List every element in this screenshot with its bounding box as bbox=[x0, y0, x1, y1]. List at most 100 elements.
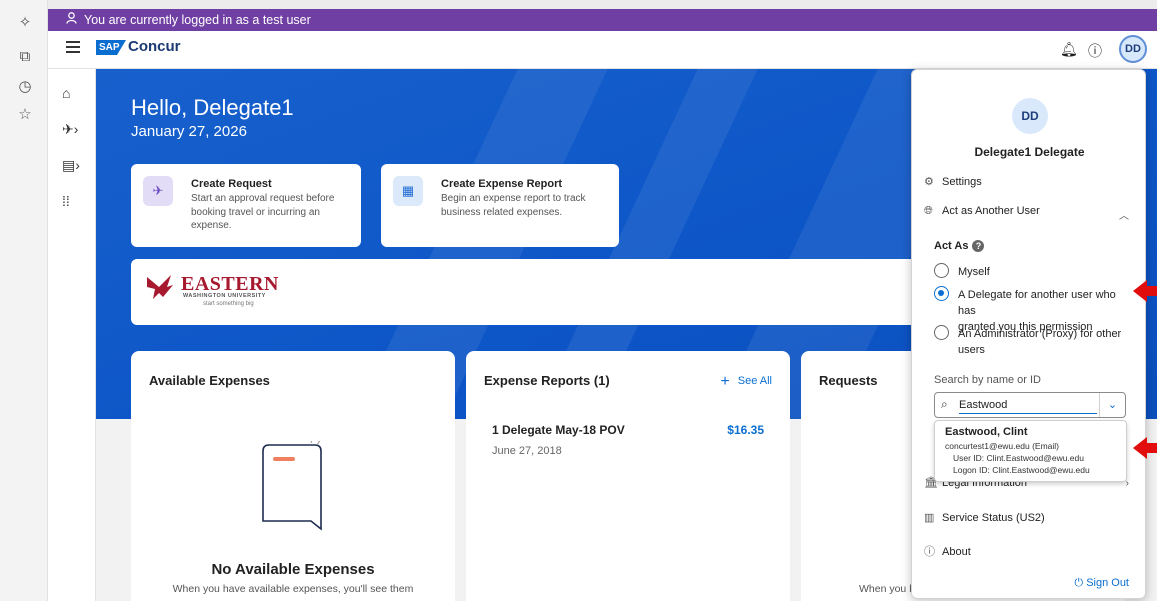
history-clock-icon[interactable]: ◷ bbox=[16, 78, 34, 96]
travel-nav-icon[interactable]: ✈︎› bbox=[62, 121, 78, 138]
settings-menu-item[interactable]: ⚙ Settings bbox=[924, 175, 982, 188]
radio-myself[interactable]: Myself bbox=[934, 263, 1134, 283]
see-all-label: See All bbox=[737, 375, 772, 387]
power-icon: ⏻ bbox=[1074, 577, 1087, 589]
suggestion-email: concurtest1@ewu.edu (Email) bbox=[945, 441, 1059, 451]
radio-button[interactable] bbox=[934, 263, 949, 278]
action-description: Begin an expense report to track busines… bbox=[441, 192, 586, 219]
expense-nav-icon[interactable]: ▤› bbox=[62, 157, 80, 174]
radio-label-line: users bbox=[958, 344, 985, 356]
available-expenses-panel: Available Expenses No Available Expenses… bbox=[131, 351, 455, 601]
radio-button-selected[interactable] bbox=[934, 286, 949, 301]
menu-item-label: About bbox=[942, 546, 971, 558]
greeting: Hello, Delegate1 bbox=[131, 95, 294, 120]
radio-label: An Administrator (Proxy) for other users bbox=[958, 326, 1133, 358]
user-search-input[interactable] bbox=[959, 396, 1097, 414]
favorites-star-icon[interactable]: ☆ bbox=[16, 106, 34, 124]
empty-state-description: When you have available expenses, you'll… bbox=[172, 583, 414, 595]
left-nav: ⌂ ✈︎› ▤› ⁞⁞ bbox=[48, 69, 96, 601]
help-icon[interactable]: ? bbox=[972, 240, 985, 252]
eagle-logo-icon bbox=[147, 275, 173, 299]
request-plane-icon: ✈︎ bbox=[143, 176, 173, 206]
action-description: Start an approval request before booking… bbox=[191, 192, 334, 233]
menu-item-label: Act as Another User bbox=[942, 205, 1040, 217]
panel-title: Available Expenses bbox=[149, 373, 270, 388]
browser-side-toolbar: ✧ ⧉ ◷ ☆ bbox=[0, 0, 48, 601]
gear-icon: ⚙ bbox=[924, 176, 934, 188]
create-request-card[interactable]: ✈︎ Create Request Start an approval requ… bbox=[131, 164, 361, 247]
suggestion-logon-id: Logon ID: Clint.Eastwood@ewu.edu bbox=[953, 465, 1090, 475]
desc-line: expense. bbox=[191, 220, 232, 231]
expense-reports-panel: Expense Reports (1) + See All 1 Delegate … bbox=[466, 351, 790, 601]
org-tagline: start something big bbox=[203, 301, 254, 307]
org-subtitle: WASHINGTON UNIVERSITY bbox=[183, 293, 266, 299]
home-icon[interactable]: ⌂ bbox=[62, 85, 70, 101]
info-icon: ⓘ bbox=[924, 546, 935, 558]
menu-item-label: Settings bbox=[942, 176, 982, 188]
sap-logo: SAP bbox=[96, 40, 126, 55]
panel-title: Expense Reports (1) bbox=[484, 373, 610, 388]
help-icon[interactable]: ⓘ bbox=[1088, 41, 1102, 61]
about-item[interactable]: ⓘ About bbox=[924, 543, 971, 559]
profile-avatar-button[interactable]: DD bbox=[1119, 35, 1147, 63]
search-icon: ⌕ bbox=[941, 397, 948, 411]
sign-out-label: Sign Out bbox=[1086, 577, 1129, 589]
empty-document-icon bbox=[262, 441, 322, 531]
create-expense-report-card[interactable]: ▦ Create Expense Report Begin an expense… bbox=[381, 164, 619, 247]
act-as-label: Act As bbox=[934, 240, 969, 252]
panel-title: Requests bbox=[819, 373, 878, 388]
act-as-another-user-item[interactable]: 🌐︎ Act as Another User bbox=[924, 205, 1040, 218]
report-amount: $16.35 bbox=[727, 423, 764, 437]
radio-administrator[interactable]: An Administrator (Proxy) for other users bbox=[934, 325, 1134, 361]
brand-name[interactable]: Concur bbox=[128, 38, 181, 55]
person-icon bbox=[66, 9, 78, 31]
desc-line: business related expenses. bbox=[441, 206, 563, 218]
annotation-arrow-tail bbox=[1146, 443, 1157, 453]
sign-out-button[interactable]: ⏻ Sign Out bbox=[1074, 577, 1129, 590]
top-bar: SAP Concur 🔔︎ ⓘ DD bbox=[48, 31, 1157, 69]
annotation-arrow bbox=[1133, 280, 1147, 302]
radio-label-line: A Delegate for another user who has bbox=[958, 289, 1116, 317]
radio-label-line: An Administrator (Proxy) for other bbox=[958, 328, 1122, 340]
see-all-link[interactable]: + See All bbox=[720, 373, 772, 391]
user-search-box[interactable]: ⌕ ⌄ bbox=[934, 392, 1126, 418]
banner-text: You are currently logged in as a test us… bbox=[84, 13, 311, 27]
empty-state-description: When you h bbox=[859, 583, 916, 595]
globe-icon: 🌐︎ bbox=[924, 205, 933, 217]
organization-logo-band: EASTERN WASHINGTON UNIVERSITY start some… bbox=[131, 259, 951, 325]
menu-item-label: Service Status (US2) bbox=[942, 512, 1045, 524]
user-profile-menu: DD Delegate1 Delegate ⚙ Settings 🌐︎ Act as… bbox=[911, 69, 1146, 599]
radio-delegate[interactable]: A Delegate for another user who has gran… bbox=[934, 286, 1134, 333]
annotation-arrow bbox=[1133, 437, 1147, 459]
report-date: June 27, 2018 bbox=[492, 445, 562, 457]
sparkle-icon[interactable]: ✧ bbox=[16, 14, 34, 32]
action-title: Create Expense Report bbox=[441, 178, 563, 190]
profile-avatar: DD bbox=[1012, 98, 1048, 134]
chevron-down-icon[interactable]: ⌄ bbox=[1099, 393, 1125, 417]
act-as-heading: Act As? bbox=[934, 240, 985, 252]
tabs-icon[interactable]: ⧉ bbox=[16, 48, 34, 66]
action-title: Create Request bbox=[191, 178, 272, 190]
chevron-up-icon[interactable]: ︿ bbox=[1119, 207, 1129, 222]
radio-button[interactable] bbox=[934, 325, 949, 340]
radio-label: Myself bbox=[958, 266, 990, 278]
test-user-banner: You are currently logged in as a test us… bbox=[48, 9, 1157, 31]
empty-state-title: No Available Expenses bbox=[211, 561, 375, 578]
desc-line: booking travel or incurring an bbox=[191, 206, 320, 218]
search-label: Search by name or ID bbox=[934, 374, 1041, 386]
annotation-arrow-tail bbox=[1146, 286, 1157, 296]
report-title[interactable]: 1 Delegate May-18 POV bbox=[492, 423, 625, 437]
hamburger-menu-icon[interactable] bbox=[66, 41, 80, 55]
app-window: ✧ ⧉ ◷ ☆ You are currently logged in as a… bbox=[0, 0, 1157, 601]
expense-report-icon: ▦ bbox=[393, 176, 423, 206]
building-icon: ▥ bbox=[924, 512, 935, 524]
current-date: January 27, 2026 bbox=[131, 123, 247, 140]
apps-icon[interactable]: ⁞⁞ bbox=[62, 193, 70, 209]
desc-line: Begin an expense report to track bbox=[441, 193, 586, 204]
search-suggestion-dropdown[interactable]: Eastwood, Clint concurtest1@ewu.edu (Ema… bbox=[934, 420, 1127, 482]
service-status-item[interactable]: ▥ Service Status (US2) bbox=[924, 511, 1045, 524]
bell-icon[interactable]: 🔔︎ bbox=[1060, 41, 1078, 58]
suggestion-name[interactable]: Eastwood, Clint bbox=[945, 426, 1028, 438]
plus-icon: + bbox=[720, 373, 730, 390]
desc-line: Start an approval request before bbox=[191, 193, 335, 204]
